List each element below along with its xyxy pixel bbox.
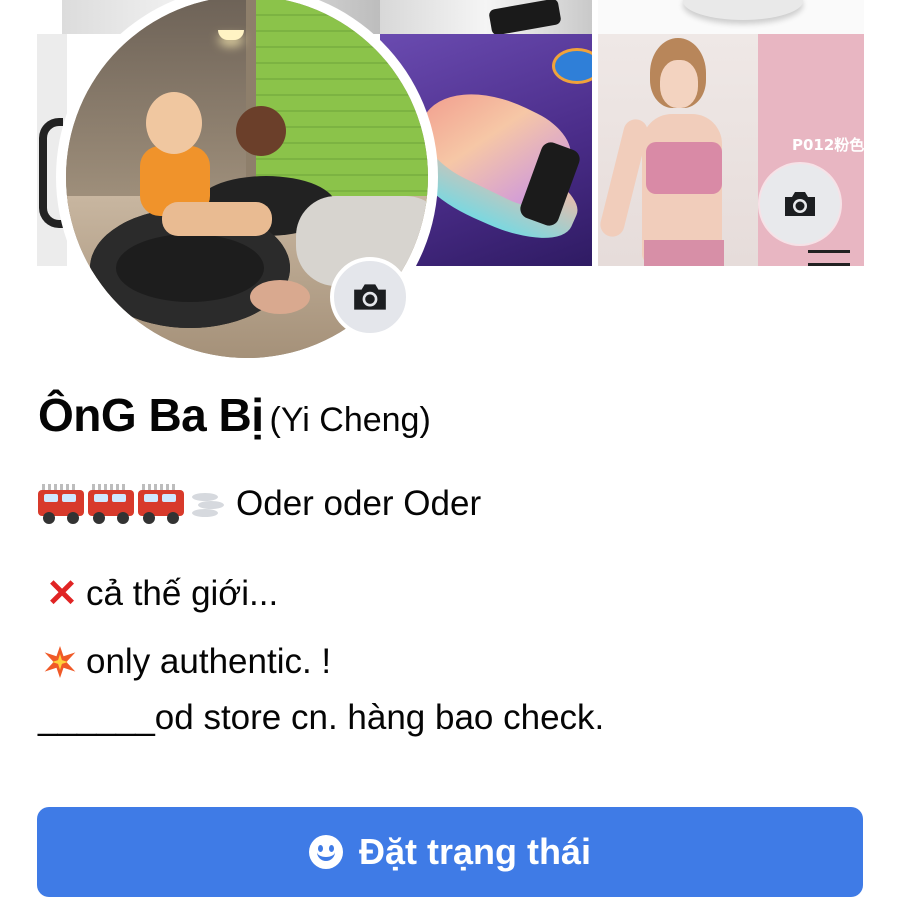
camera-icon xyxy=(785,192,815,216)
bio-line-4: ______od store cn. hàng bao check. xyxy=(38,694,868,742)
dash-icon xyxy=(188,487,234,521)
bio-line-2-text: cả thế giới... xyxy=(86,574,279,613)
bio-line-1: Oder oder Oder xyxy=(38,480,868,528)
smiley-icon xyxy=(308,835,343,869)
camera-icon xyxy=(354,284,386,310)
cover-camera-button[interactable] xyxy=(760,164,840,244)
set-status-label: Đặt trạng thái xyxy=(358,831,591,872)
brand-logo xyxy=(808,250,850,266)
fire-engine-icon xyxy=(88,484,134,524)
alternate-name: (Yi Cheng) xyxy=(269,401,431,439)
collision-icon xyxy=(38,640,82,684)
profile-name-row: ÔnG Ba Bị (Yi Cheng) xyxy=(38,388,431,442)
bio-line-3-text: only authentic. ! xyxy=(86,642,332,681)
set-status-button[interactable]: Đặt trạng thái xyxy=(37,807,863,897)
fire-engine-icon xyxy=(38,484,84,524)
cross-mark-icon: ✕ xyxy=(46,573,78,615)
profile-name: ÔnG Ba Bị xyxy=(38,389,264,441)
avatar-camera-button[interactable] xyxy=(330,257,410,337)
bio-line-2: ✕ cả thế giới... xyxy=(38,570,868,618)
product-label: P012粉色 xyxy=(792,136,864,154)
bio-line-1-text: Oder oder Oder xyxy=(236,484,482,523)
profile-bio: Oder oder Oder ✕ cả thế giới... only aut… xyxy=(38,480,868,742)
cover-tile-disc xyxy=(598,0,864,34)
cover-tile-model xyxy=(598,34,758,266)
bio-line-3: only authentic. ! xyxy=(38,638,868,686)
fire-engine-icon xyxy=(138,484,184,524)
bio-line-4-text: ______od store cn. hàng bao check. xyxy=(38,698,605,737)
